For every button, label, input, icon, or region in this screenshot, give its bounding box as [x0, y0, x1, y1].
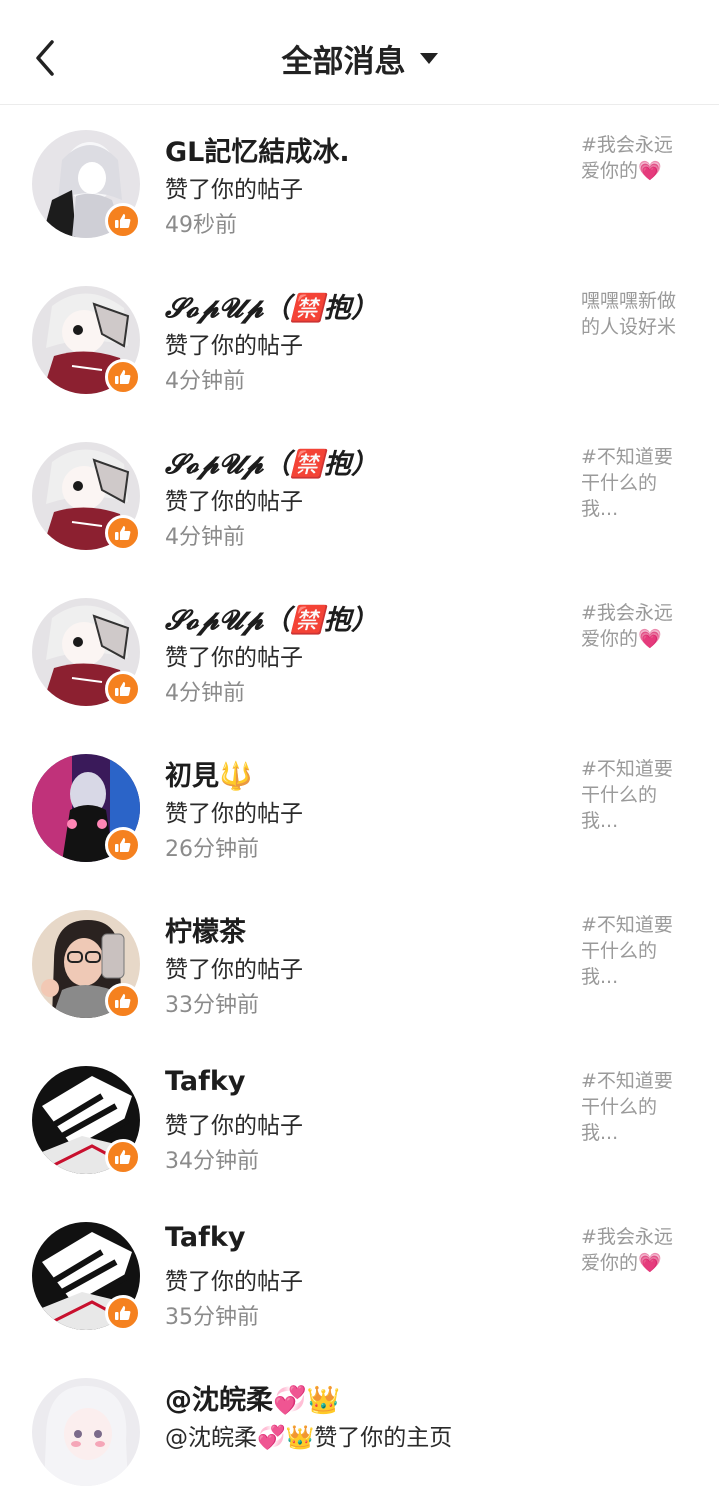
thumbs-up-icon [115, 682, 131, 696]
post-snippet[interactable]: #不知道要 干什么的 我... [581, 912, 685, 990]
notification-row[interactable]: 𝓢𝓸𝓹𝓤𝓹（🈲抱） 赞了你的帖子 4分钟前 嘿嘿嘿新做 的人设好米 [0, 260, 719, 416]
avatar[interactable] [32, 1378, 140, 1486]
user-name[interactable]: 𝓢𝓸𝓹𝓤𝓹（🈲抱） [165, 286, 378, 325]
like-badge [105, 1295, 141, 1331]
user-name[interactable]: 初見🔱 [165, 754, 253, 793]
thumbs-up-icon [115, 526, 131, 540]
like-badge [105, 671, 141, 707]
timestamp: 4分钟前 [165, 369, 245, 394]
thumbs-up-icon [115, 1150, 131, 1164]
notification-row[interactable]: 柠檬茶 赞了你的帖子 33分钟前 #不知道要 干什么的 我... [0, 884, 719, 1040]
like-badge [105, 827, 141, 863]
notification-row[interactable]: Tafky 赞了你的帖子 34分钟前 #不知道要 干什么的 我... [0, 1040, 719, 1196]
thumbs-up-icon [115, 838, 131, 852]
user-name[interactable]: GL記忆結成冰. [165, 130, 350, 169]
top-bar: 全部消息 [0, 0, 719, 105]
notification-row[interactable]: 𝓢𝓸𝓹𝓤𝓹（🈲抱） 赞了你的帖子 4分钟前 #我会永远 爱你的💗 [0, 572, 719, 728]
timestamp: 26分钟前 [165, 837, 259, 862]
caret-down-icon [419, 53, 438, 64]
action-text: 赞了你的帖子 [165, 801, 303, 827]
like-badge [105, 359, 141, 395]
action-text: 赞了你的帖子 [165, 957, 303, 983]
user-name[interactable]: 柠檬茶 [165, 910, 246, 949]
like-badge [105, 1139, 141, 1175]
notification-row[interactable]: 初見🔱 赞了你的帖子 26分钟前 #不知道要 干什么的 我... [0, 728, 719, 884]
notification-row[interactable]: 𝓢𝓸𝓹𝓤𝓹（🈲抱） 赞了你的帖子 4分钟前 #不知道要 干什么的 我... [0, 416, 719, 572]
action-text: 赞了你的帖子 [165, 177, 303, 203]
post-snippet[interactable]: #我会永远 爱你的💗 [581, 132, 685, 184]
action-text: 赞了你的帖子 [165, 333, 303, 359]
timestamp: 34分钟前 [165, 1149, 259, 1174]
user-name[interactable]: 𝓢𝓸𝓹𝓤𝓹（🈲抱） [165, 442, 378, 481]
user-name[interactable]: Tafky [165, 1222, 245, 1253]
user-name[interactable]: 𝓢𝓸𝓹𝓤𝓹（🈲抱） [165, 598, 378, 637]
post-snippet[interactable]: #我会永远 爱你的💗 [581, 1224, 685, 1276]
thumbs-up-icon [115, 370, 131, 384]
post-snippet[interactable]: #不知道要 干什么的 我... [581, 444, 685, 522]
like-badge [105, 515, 141, 551]
post-snippet[interactable]: 嘿嘿嘿新做 的人设好米 [581, 288, 685, 340]
page-title: 全部消息 [281, 44, 406, 80]
timestamp: 4分钟前 [165, 681, 245, 706]
like-badge [105, 203, 141, 239]
user-name[interactable]: Tafky [165, 1066, 245, 1097]
post-snippet[interactable]: #我会永远 爱你的💗 [581, 600, 685, 652]
action-text: 赞了你的帖子 [165, 1113, 303, 1139]
thumbs-up-icon [115, 994, 131, 1008]
notification-row[interactable]: Tafky 赞了你的帖子 35分钟前 #我会永远 爱你的💗 [0, 1196, 719, 1352]
like-badge [105, 983, 141, 1019]
timestamp: 4分钟前 [165, 525, 245, 550]
thumbs-up-icon [115, 214, 131, 228]
action-text: @沈皖柔💞👑赞了你的主页 [165, 1425, 453, 1451]
action-text: 赞了你的帖子 [165, 1269, 303, 1295]
post-snippet[interactable]: #不知道要 干什么的 我... [581, 756, 685, 834]
timestamp: 33分钟前 [165, 993, 259, 1018]
action-text: 赞了你的帖子 [165, 645, 303, 671]
timestamp: 35分钟前 [165, 1305, 259, 1330]
title-dropdown[interactable]: 全部消息 [0, 36, 719, 81]
notification-row[interactable]: @沈皖柔💞👑 @沈皖柔💞👑赞了你的主页 [0, 1352, 719, 1508]
thumbs-up-icon [115, 1306, 131, 1320]
user-name[interactable]: @沈皖柔💞👑 [165, 1378, 340, 1417]
post-snippet[interactable]: #不知道要 干什么的 我... [581, 1068, 685, 1146]
action-text: 赞了你的帖子 [165, 489, 303, 515]
timestamp: 49秒前 [165, 213, 237, 238]
notification-list: GL記忆結成冰. 赞了你的帖子 49秒前 #我会永远 爱你的💗 𝓢𝓸𝓹𝓤𝓹（� [0, 104, 719, 1508]
notification-row[interactable]: GL記忆結成冰. 赞了你的帖子 49秒前 #我会永远 爱你的💗 [0, 104, 719, 260]
